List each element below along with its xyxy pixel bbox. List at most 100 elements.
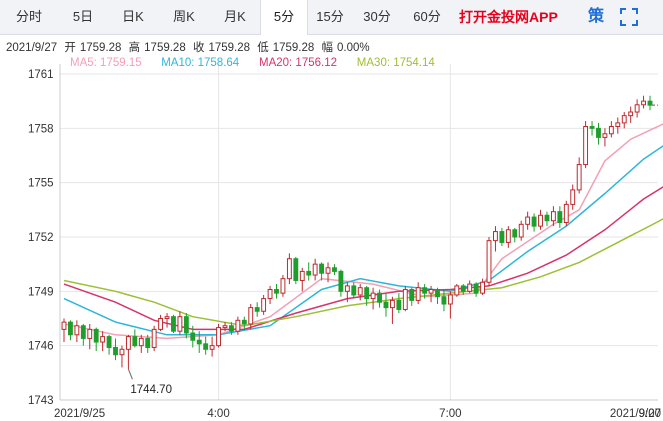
candle-body xyxy=(628,111,634,117)
candle-body xyxy=(106,336,112,348)
candle-body xyxy=(61,321,67,330)
candle-body xyxy=(93,328,99,343)
candle-body xyxy=(589,126,595,129)
candle-body xyxy=(274,289,279,294)
candle-body xyxy=(402,289,408,310)
candle-body xyxy=(383,301,389,309)
candle-body xyxy=(634,104,640,113)
candle-body xyxy=(261,298,267,312)
candle-body xyxy=(460,285,466,292)
y-tick-label: 1758 xyxy=(28,123,54,135)
candle-body xyxy=(538,214,543,227)
candle-body xyxy=(158,318,164,330)
candle-body xyxy=(222,325,228,329)
candle-body xyxy=(570,189,576,205)
candle-body xyxy=(550,211,556,222)
candle-body xyxy=(486,240,492,283)
candle-body xyxy=(505,229,511,243)
candle-body xyxy=(615,122,621,128)
candle-body xyxy=(241,319,247,325)
candle-body xyxy=(325,267,331,274)
candle-body xyxy=(280,278,286,294)
candle-body xyxy=(544,214,550,222)
candle-body xyxy=(254,307,260,312)
candle-body xyxy=(68,321,73,336)
candle-body xyxy=(396,299,402,310)
candle-body xyxy=(138,337,144,347)
candle-body xyxy=(364,287,370,300)
candle-body xyxy=(119,348,125,356)
candle-body xyxy=(596,127,601,138)
candle-body xyxy=(370,292,376,300)
candle-body xyxy=(306,270,312,276)
candle-body xyxy=(518,223,524,238)
candle-body xyxy=(415,287,421,301)
candle-body xyxy=(480,281,486,294)
candle-body xyxy=(177,316,183,332)
candle-body xyxy=(113,346,118,356)
candle-body xyxy=(454,285,460,296)
candle-body xyxy=(74,325,80,336)
candle-body xyxy=(235,319,241,332)
y-tick-label: 1761 xyxy=(28,69,54,81)
min-price-label: 1744.70 xyxy=(130,384,172,396)
candle-body xyxy=(145,337,151,348)
candle-body xyxy=(171,316,176,332)
candle-body xyxy=(428,289,434,294)
candle-body xyxy=(228,325,234,332)
candle-body xyxy=(293,258,299,281)
candle-body xyxy=(125,336,131,350)
candle-body xyxy=(467,283,473,292)
candle-body xyxy=(525,216,531,225)
candle-body xyxy=(132,336,138,347)
candle-body xyxy=(563,203,569,224)
candle-body xyxy=(647,100,653,106)
candle-body xyxy=(621,115,627,124)
x-tick-label: 7:00 xyxy=(439,408,461,420)
candle-body xyxy=(512,229,518,238)
candle-body xyxy=(499,231,505,243)
y-tick-label: 1749 xyxy=(28,286,54,298)
ma-legend-entry: MA20: 1756.12 xyxy=(259,57,337,69)
ma-legend-entry: MA30: 1754.14 xyxy=(357,57,436,69)
x-tick-label: 4:00 xyxy=(207,408,229,420)
candle-body xyxy=(557,211,563,224)
candle-body xyxy=(389,299,395,309)
candle-body xyxy=(409,289,415,301)
candle-body xyxy=(203,343,209,350)
candle-body xyxy=(344,285,350,292)
candle-body xyxy=(338,270,344,292)
candle-body xyxy=(209,345,215,350)
candle-body xyxy=(583,126,589,166)
candle-body xyxy=(216,327,221,347)
candle-body xyxy=(422,287,428,294)
ma-line-ma30 xyxy=(63,218,663,327)
x-tick-label: 2021/9/27 xyxy=(610,408,661,420)
y-tick-label: 1743 xyxy=(28,395,54,407)
candle-body xyxy=(151,328,157,348)
min-price-pointer xyxy=(127,369,133,380)
candle-body xyxy=(267,289,273,300)
candle-body xyxy=(286,258,292,280)
ma-legend-entry: MA5: 1759.15 xyxy=(70,57,142,69)
candle-body xyxy=(473,283,479,294)
candle-body xyxy=(312,263,318,276)
candle-body xyxy=(447,294,453,305)
candlestick-chart[interactable]: 1761 1758 1755 1752 1749 1746 17432021/9/25 4:0… xyxy=(0,0,663,421)
candle-body xyxy=(641,100,646,106)
candle-body xyxy=(351,285,357,296)
candle-body xyxy=(608,126,614,135)
y-tick-label: 1746 xyxy=(28,341,54,353)
x-tick-label: 2021/9/25 xyxy=(54,408,105,420)
candle-body xyxy=(248,307,254,325)
candle-body xyxy=(164,316,170,320)
candle-body xyxy=(100,336,106,343)
y-tick-label: 1752 xyxy=(28,232,54,244)
candle-body xyxy=(377,292,382,303)
candle-body xyxy=(299,270,305,281)
candle-body xyxy=(332,267,337,272)
candle-body xyxy=(435,289,440,298)
candle-body xyxy=(87,328,93,339)
y-tick-label: 1755 xyxy=(28,178,54,190)
candle-body xyxy=(183,316,189,334)
